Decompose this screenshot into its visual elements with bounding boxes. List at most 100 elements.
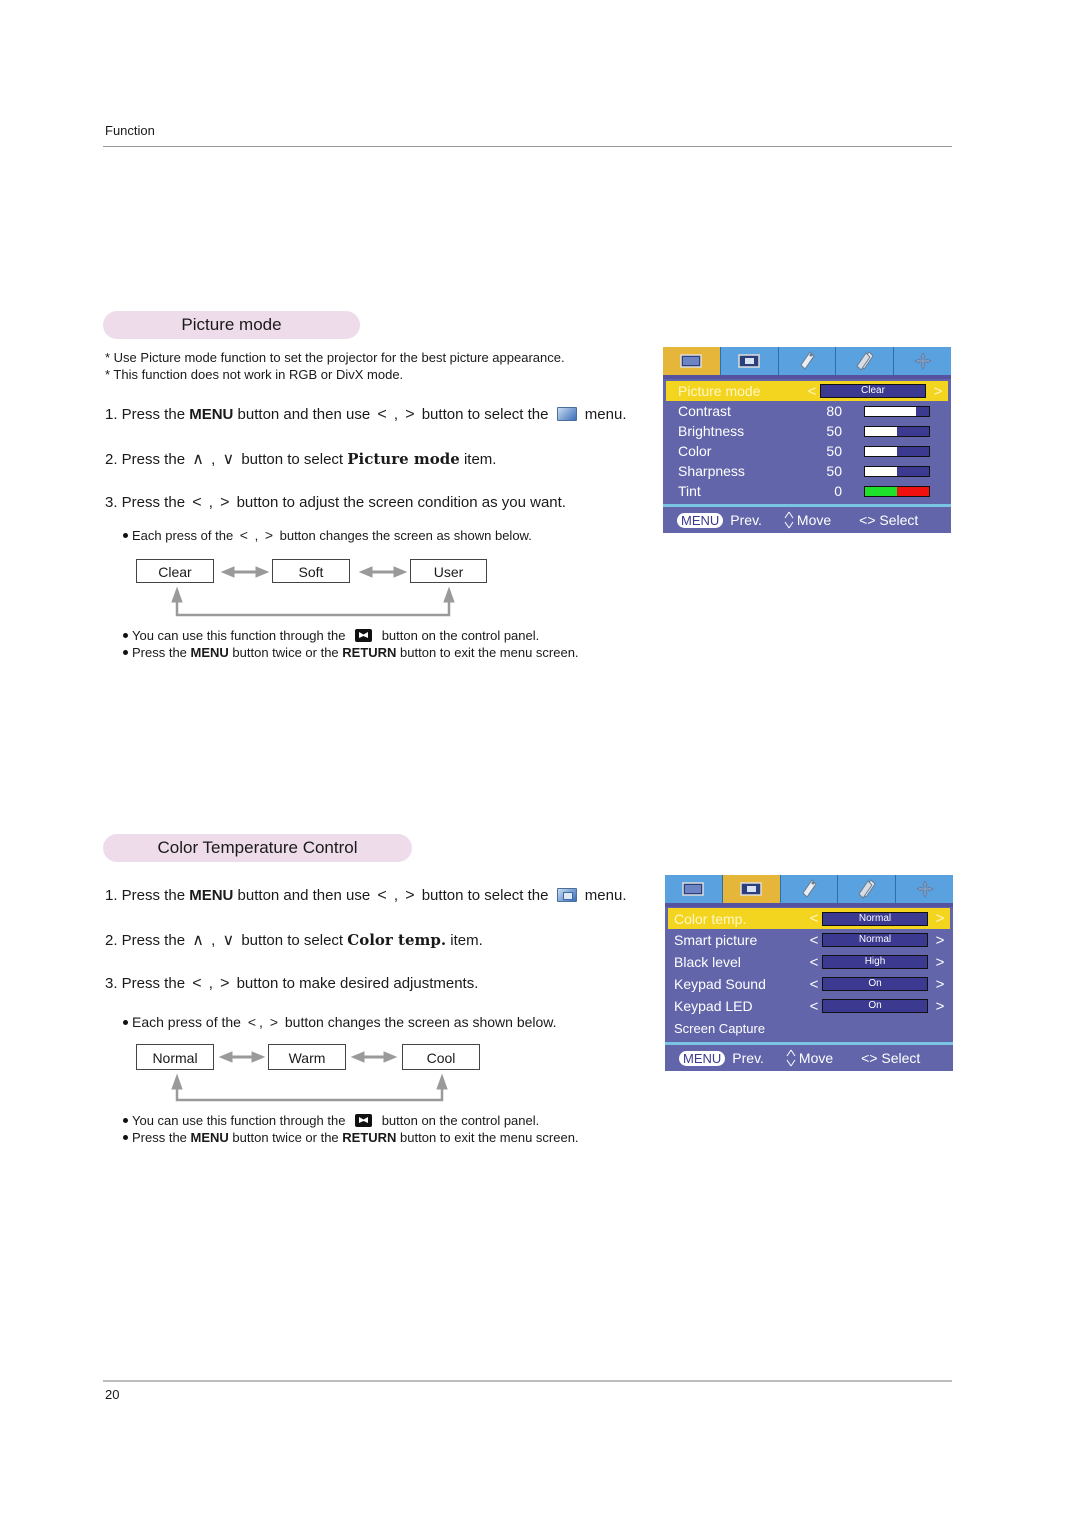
footer-move-label: Move <box>796 512 832 528</box>
move-tab-icon <box>915 880 934 898</box>
tip-exit-menu: Press the MENU button twice or the RETUR… <box>123 644 579 661</box>
cycle-arrows-diagram <box>171 566 455 617</box>
osd-row-black-level[interactable]: Black level < High > <box>668 951 950 973</box>
osd-row-color-temp[interactable]: Color temp. < Normal > <box>668 908 950 929</box>
osd-row-sharpness[interactable]: Sharpness 50 <box>666 461 948 481</box>
step-3: 3. Press the < , > button to make desire… <box>105 975 479 992</box>
picture-advanced-tab-icon <box>738 354 760 368</box>
page-number: 20 <box>105 1387 120 1402</box>
tag-tab-icon <box>802 879 817 898</box>
osd-tint-bar[interactable] <box>864 485 930 497</box>
osd-row-keypad-sound[interactable]: Keypad Sound < On > <box>668 973 950 995</box>
picture-key-icon <box>355 1114 373 1127</box>
osd-row-picture-mode[interactable]: Picture mode < Clear > <box>666 381 948 401</box>
return-arrow-icon <box>171 1073 448 1102</box>
osd-tab-move[interactable] <box>894 347 951 375</box>
cycle-note: Each press of the <, > button changes th… <box>123 1014 557 1031</box>
footer-select-label: <> Select <box>861 1050 921 1066</box>
osd-tab-picture-advanced[interactable] <box>721 347 779 375</box>
osd-row-keypad-led[interactable]: Keypad LED < On > <box>668 995 950 1017</box>
osd-right-arrow[interactable]: > <box>934 998 946 1015</box>
header-divider <box>103 146 952 147</box>
picture-tab-icon <box>680 354 703 368</box>
osd-row-tint[interactable]: Tint 0 <box>666 481 948 501</box>
up-down-icon <box>784 511 794 529</box>
note-2: * This function does not work in RGB or … <box>105 367 404 382</box>
tip-exit-menu: Press the MENU button twice or the RETUR… <box>123 1129 579 1146</box>
osd-rows: Picture mode < Clear > Contrast 80 Brigh… <box>663 379 951 504</box>
osd-right-arrow[interactable]: > <box>934 910 946 927</box>
tag-tab-icon <box>800 351 815 370</box>
return-arrow-icon <box>171 586 455 617</box>
osd-right-arrow[interactable]: > <box>934 932 946 949</box>
note-1: * Use Picture mode function to set the p… <box>105 350 565 365</box>
left-arrow-glyph: < <box>377 887 387 904</box>
osd-level-bar[interactable] <box>864 405 930 417</box>
tags-tab-icon <box>856 351 874 371</box>
osd-value-box: Normal <box>822 933 928 947</box>
osd-tab-picture-advanced[interactable] <box>722 875 781 903</box>
osd-tab-tags[interactable] <box>838 875 897 903</box>
footer-move-label: Move <box>798 1050 834 1066</box>
osd-tab-tag[interactable] <box>779 347 837 375</box>
osd-rows: Color temp. < Normal > Smart picture < N… <box>665 907 953 1042</box>
osd-tab-picture[interactable] <box>663 347 721 375</box>
menu-key-badge: MENU <box>677 512 724 528</box>
osd-left-arrow[interactable]: < <box>808 976 820 993</box>
osd-left-arrow[interactable]: < <box>808 910 820 927</box>
osd-picture-menu: Picture mode < Clear > Contrast 80 Brigh… <box>663 347 951 533</box>
right-arrow-glyph: > <box>220 494 230 511</box>
osd-right-arrow[interactable]: > <box>932 383 944 400</box>
osd-row-screen-capture[interactable]: Screen Capture <box>668 1017 950 1039</box>
down-arrow-glyph: ∨ <box>222 932 235 949</box>
osd-left-arrow[interactable]: < <box>808 932 820 949</box>
picture-advanced-menu-icon <box>556 888 577 902</box>
osd-row-smart-picture[interactable]: Smart picture < Normal > <box>668 929 950 951</box>
osd-value-box: Normal <box>822 911 928 926</box>
footer-select-label: <> Select <box>859 512 919 528</box>
osd-right-arrow[interactable]: > <box>934 954 946 971</box>
osd-row-brightness[interactable]: Brightness 50 <box>666 421 948 441</box>
osd-level-bar[interactable] <box>864 445 930 457</box>
footer-prev-label: Prev. <box>730 512 762 528</box>
osd-left-arrow[interactable]: < <box>806 383 818 400</box>
osd-right-arrow[interactable]: > <box>934 976 946 993</box>
step-1: 1. Press the MENU button and then use < … <box>105 887 627 904</box>
move-tab-icon <box>913 352 932 370</box>
osd-left-arrow[interactable]: < <box>808 954 820 971</box>
left-arrow-glyph: < <box>377 406 387 423</box>
tags-tab-icon <box>858 879 876 899</box>
osd-row-color[interactable]: Color 50 <box>666 441 948 461</box>
step-2: 2. Press the ∧ , ∨ button to select Colo… <box>105 931 483 949</box>
osd-row-contrast[interactable]: Contrast 80 <box>666 401 948 421</box>
osd-left-arrow[interactable]: < <box>808 998 820 1015</box>
left-arrow-glyph: < <box>192 494 202 511</box>
picture-menu-icon <box>556 407 577 421</box>
picture-advanced-tab-icon <box>740 882 762 896</box>
cycle-arrows-diagram <box>171 1051 448 1102</box>
picture-tab-icon <box>682 882 705 896</box>
double-arrow-icon <box>350 1051 398 1063</box>
osd-value-box: On <box>822 977 928 991</box>
step-2: 2. Press the ∧ , ∨ button to select Pict… <box>105 450 497 468</box>
bullet-icon <box>123 650 128 656</box>
osd-level-bar[interactable] <box>864 425 930 437</box>
menu-key-badge: MENU <box>679 1050 726 1066</box>
osd-value-box: On <box>822 999 928 1013</box>
osd-tab-move[interactable] <box>896 875 953 903</box>
osd-tab-tag[interactable] <box>781 875 839 903</box>
double-arrow-icon <box>220 566 270 578</box>
footer-prev-label: Prev. <box>732 1050 764 1066</box>
right-arrow-glyph: > <box>405 406 415 423</box>
bullet-icon <box>123 1135 128 1141</box>
osd-tab-picture[interactable] <box>665 875 723 903</box>
osd-level-bar[interactable] <box>864 465 930 477</box>
osd-color-temp-menu: Color temp. < Normal > Smart picture < N… <box>665 875 953 1071</box>
section-title-picture-mode: Picture mode <box>103 311 360 339</box>
bullet-icon <box>123 533 128 539</box>
section-header-label: Function <box>105 123 155 138</box>
left-arrow-glyph: < <box>192 975 202 992</box>
osd-tab-tags[interactable] <box>836 347 895 375</box>
step-3: 3. Press the < , > button to adjust the … <box>105 494 566 511</box>
right-arrow-glyph: > <box>220 975 230 992</box>
